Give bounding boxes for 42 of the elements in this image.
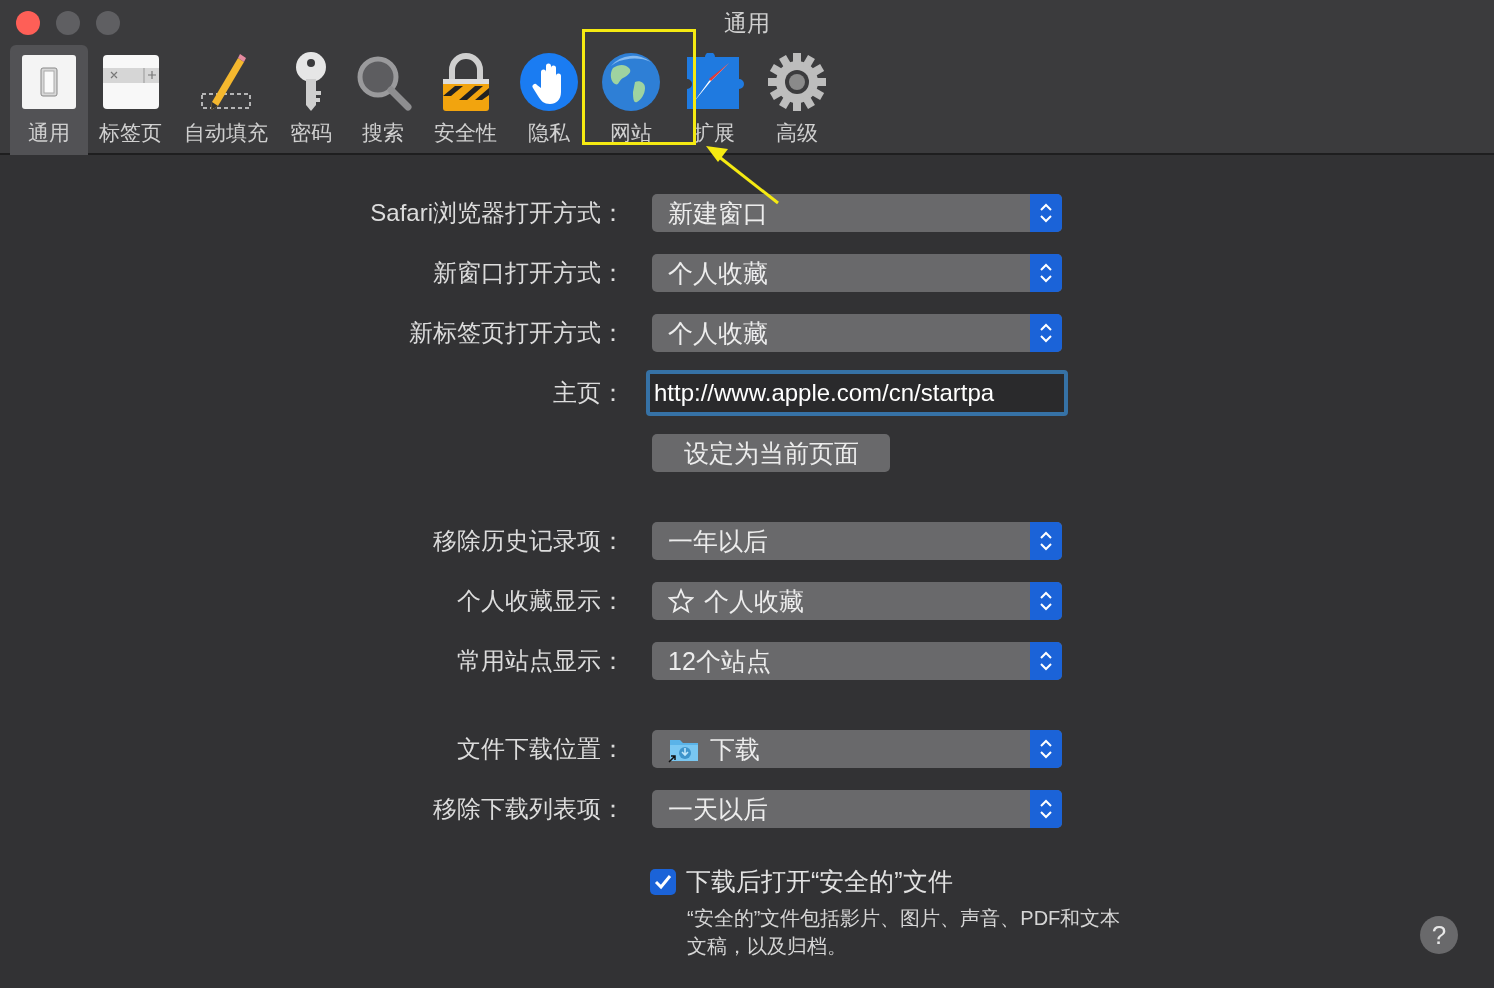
popup-menu[interactable]: 12个站点 [652, 642, 1062, 680]
popup-menu[interactable]: 个人收藏 [652, 254, 1062, 292]
field-label: 移除下载列表项： [433, 794, 625, 824]
field-label: 主页： [553, 378, 625, 408]
toolbar-tab[interactable]: 标签页 [88, 45, 173, 155]
window-title: 通用 [724, 9, 770, 38]
toolbar-tab[interactable]: 高级 [756, 45, 838, 155]
field-label: Safari浏览器打开方式： [370, 198, 625, 228]
field-label: 个人收藏显示： [457, 586, 625, 616]
field-label: 新标签页打开方式： [409, 318, 625, 348]
star-icon [668, 588, 694, 614]
toolbar-tab[interactable]: 搜索 [343, 45, 423, 155]
toolbar-tab[interactable]: 自动填充 [173, 45, 279, 155]
pencil-icon [198, 52, 254, 112]
field-label: 常用站点显示： [457, 646, 625, 676]
popup-menu[interactable]: 下载 [652, 730, 1062, 768]
checkmark-icon [654, 873, 672, 890]
popup-menu[interactable]: 一天以后 [652, 790, 1062, 828]
field-label: 移除历史记录项： [433, 526, 625, 556]
set-current-page-button[interactable]: 设定为当前页面 [652, 434, 890, 472]
toolbar-tab[interactable]: 网站 [590, 45, 672, 155]
popup-menu[interactable]: 一年以后 [652, 522, 1062, 560]
description-text: “安全的”文件包括影片、图片、声音、PDF和文本文稿，以及归档。 [687, 906, 1122, 959]
tabs-icon [101, 54, 160, 110]
close-button[interactable] [16, 10, 40, 35]
checkbox[interactable] [650, 868, 676, 895]
globe-icon [601, 52, 661, 112]
toolbar-tab[interactable]: 安全性 [423, 45, 508, 155]
switch-icon [21, 54, 77, 110]
popup-menu[interactable]: 新建窗口 [652, 194, 1062, 232]
field-label: 文件下载位置： [457, 734, 625, 764]
homepage-field[interactable]: http://www.apple.com/cn/startpa [646, 370, 1068, 416]
popup-menu[interactable]: 个人收藏 [652, 314, 1062, 352]
popup-menu[interactable]: 个人收藏 [652, 582, 1062, 620]
hand-icon [519, 52, 579, 112]
help-button[interactable]: ? [1420, 916, 1458, 954]
toolbar-tab[interactable]: 密码 [279, 45, 343, 155]
checkbox-label[interactable]: 下载后打开“安全的”文件 [686, 865, 953, 898]
gear-icon [767, 52, 827, 112]
toolbar-tab[interactable]: 隐私 [508, 45, 590, 155]
field-label: 新窗口打开方式： [433, 258, 625, 288]
toolbar-tab[interactable]: 通用 [10, 45, 88, 155]
